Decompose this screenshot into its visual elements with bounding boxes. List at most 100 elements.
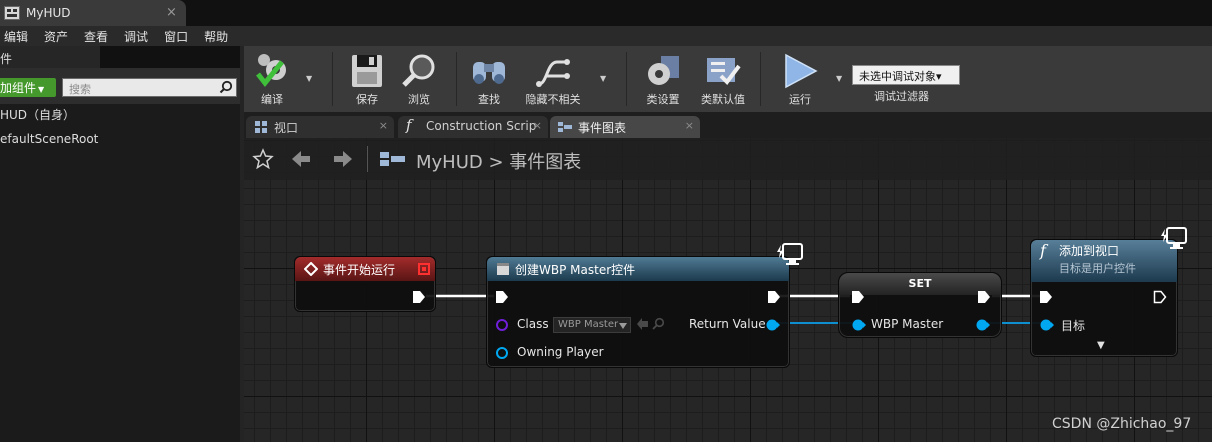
main-toolbar: 编译 ▼ 保存 浏览 查找 隐藏不相关 ▼ 类设置 类默认值 运行 ▼ 未选中调… — [244, 46, 1212, 112]
back-arrow-icon[interactable] — [290, 149, 312, 169]
find-button[interactable]: 查找 — [466, 46, 512, 112]
event-begin-play-title: 事件开始运行 — [323, 263, 396, 277]
delegate-pin-icon[interactable] — [418, 263, 430, 275]
star-icon[interactable] — [252, 148, 274, 170]
browse-button[interactable]: 浏览 — [396, 46, 442, 112]
add-to-viewport-node[interactable]: f 添加到视口 目标是用户控件 目标 ▼ — [1030, 239, 1178, 357]
add-to-viewport-header: f 添加到视口 目标是用户控件 — [1031, 240, 1177, 282]
search-icon — [219, 80, 233, 94]
menu-view[interactable]: 查看 — [84, 28, 108, 45]
play-button[interactable]: 运行 — [774, 46, 826, 112]
save-button[interactable]: 保存 — [344, 46, 390, 112]
set-variable-node[interactable]: SET WBP Master — [838, 272, 1002, 338]
binoculars-icon — [473, 62, 505, 84]
hide-unrelated-label: 隐藏不相关 — [525, 93, 581, 106]
document-tab[interactable]: MyHUD × — [0, 0, 186, 26]
class-picker-value: WBP Master — [558, 319, 619, 330]
exec-in-pin-icon[interactable] — [851, 290, 865, 304]
class-pin-icon[interactable] — [495, 318, 509, 332]
search-placeholder: 搜索 — [69, 83, 91, 96]
play-options-chevron-icon[interactable]: ▼ — [836, 74, 842, 83]
component-item-default-scene-root[interactable]: efaultSceneRoot — [0, 132, 98, 146]
class-settings-gear-icon — [648, 56, 679, 85]
breadcrumb-divider — [367, 146, 368, 172]
event-begin-play-node[interactable]: 事件开始运行 — [294, 256, 436, 312]
create-widget-node[interactable]: 创建WBP Master控件 Class WBP Master Owning P… — [486, 256, 790, 368]
event-diamond-icon — [304, 262, 318, 276]
browse-label: 浏览 — [408, 93, 430, 106]
use-selected-arrow-icon[interactable] — [637, 318, 649, 330]
return-value-pin-icon[interactable] — [765, 318, 781, 332]
tab-viewport[interactable]: 视口 × — [246, 116, 394, 138]
debug-object-select[interactable]: 未选中调试对象▾ — [852, 65, 960, 85]
function-icon: f — [1040, 241, 1046, 260]
expand-node-chevron-icon[interactable]: ▼ — [1097, 340, 1105, 351]
owning-player-pin-icon[interactable] — [495, 346, 509, 360]
graph-tab-row: 视口 × f Construction Scrip × 事件图表 × — [244, 112, 1212, 138]
class-settings-label: 类设置 — [646, 93, 680, 106]
class-defaults-label: 类默认值 — [701, 93, 745, 106]
owning-player-label: Owning Player — [517, 345, 604, 359]
create-widget-title: 创建WBP Master控件 — [515, 263, 636, 277]
search-input[interactable]: 搜索 — [62, 78, 237, 97]
chevron-down-icon — [619, 323, 627, 329]
forward-arrow-icon[interactable] — [332, 149, 354, 169]
add-component-button[interactable]: 加组件 ▼ — [0, 78, 56, 97]
class-defaults-button[interactable]: 类默认值 — [696, 46, 750, 112]
menu-edit[interactable]: 编辑 — [4, 28, 28, 45]
save-label: 保存 — [356, 93, 378, 106]
target-pin-icon[interactable] — [1039, 318, 1055, 332]
compile-options-chevron-icon[interactable]: ▼ — [306, 74, 312, 83]
tab-construction-script-close-icon[interactable]: × — [533, 119, 542, 132]
add-to-viewport-subtitle: 目标是用户控件 — [1059, 262, 1136, 275]
find-label: 查找 — [478, 93, 500, 106]
class-settings-button[interactable]: 类设置 — [638, 46, 688, 112]
class-pin-label: Class — [517, 317, 549, 331]
exec-in-pin-icon[interactable] — [495, 290, 509, 304]
breadcrumb: MyHUD > 事件图表 — [416, 152, 582, 173]
menu-debug[interactable]: 调试 — [124, 28, 148, 45]
menu-help[interactable]: 帮助 — [204, 28, 228, 45]
save-icon — [352, 55, 382, 87]
function-icon: f — [406, 116, 412, 134]
compile-button[interactable]: 编译 — [250, 46, 294, 112]
tab-event-graph[interactable]: 事件图表 × — [550, 116, 700, 138]
tab-viewport-close-icon[interactable]: × — [379, 119, 388, 132]
exec-in-pin-icon[interactable] — [1039, 290, 1053, 304]
toolbar-divider — [456, 52, 457, 106]
event-begin-play-header: 事件开始运行 — [295, 257, 435, 281]
class-picker[interactable]: WBP Master — [553, 317, 631, 333]
tab-event-graph-label: 事件图表 — [578, 121, 627, 135]
variable-in-pin-icon[interactable] — [851, 318, 867, 332]
hide-unrelated-icon — [536, 59, 570, 87]
variable-out-pin-icon[interactable] — [975, 318, 991, 332]
return-value-label: Return Value — [689, 317, 766, 331]
chevron-down-icon: ▼ — [38, 85, 45, 94]
event-graph-canvas[interactable]: MyHUD > 事件图表 事件开始运行 创建WBP Master控件 Class… — [244, 138, 1212, 442]
browse-magnifier-icon — [402, 54, 435, 87]
toolbar-divider — [626, 52, 627, 106]
exec-out-pin-icon[interactable] — [412, 290, 426, 304]
components-panel-header: 件 — [0, 46, 100, 68]
component-item-hud-self[interactable]: HUD（自身） — [0, 106, 75, 123]
play-label: 运行 — [789, 93, 811, 106]
event-graph-icon — [558, 122, 572, 132]
document-tab-close-icon[interactable]: × — [166, 5, 177, 20]
exec-out-pin-icon[interactable] — [767, 290, 781, 304]
hide-unrelated-chevron-icon[interactable]: ▼ — [600, 74, 606, 83]
breadcrumb-bar: MyHUD > 事件图表 — [244, 138, 1212, 180]
class-defaults-checklist-icon — [707, 58, 741, 86]
exec-out-pin-icon[interactable] — [977, 290, 991, 304]
tab-event-graph-close-icon[interactable]: × — [685, 119, 694, 132]
tab-construction-script[interactable]: f Construction Scrip × — [398, 116, 548, 138]
components-panel-header-strip — [100, 46, 240, 68]
client-only-monitor-icon — [1161, 227, 1187, 249]
viewport-icon — [255, 121, 267, 133]
document-tab-label: MyHUD — [26, 6, 71, 20]
create-widget-header: 创建WBP Master控件 — [487, 257, 789, 281]
browse-asset-icon[interactable] — [652, 317, 665, 330]
hide-unrelated-button[interactable]: 隐藏不相关 — [518, 46, 588, 112]
menu-asset[interactable]: 资产 — [44, 28, 68, 45]
menu-window[interactable]: 窗口 — [164, 28, 188, 45]
exec-out-pin-icon[interactable] — [1153, 290, 1167, 304]
